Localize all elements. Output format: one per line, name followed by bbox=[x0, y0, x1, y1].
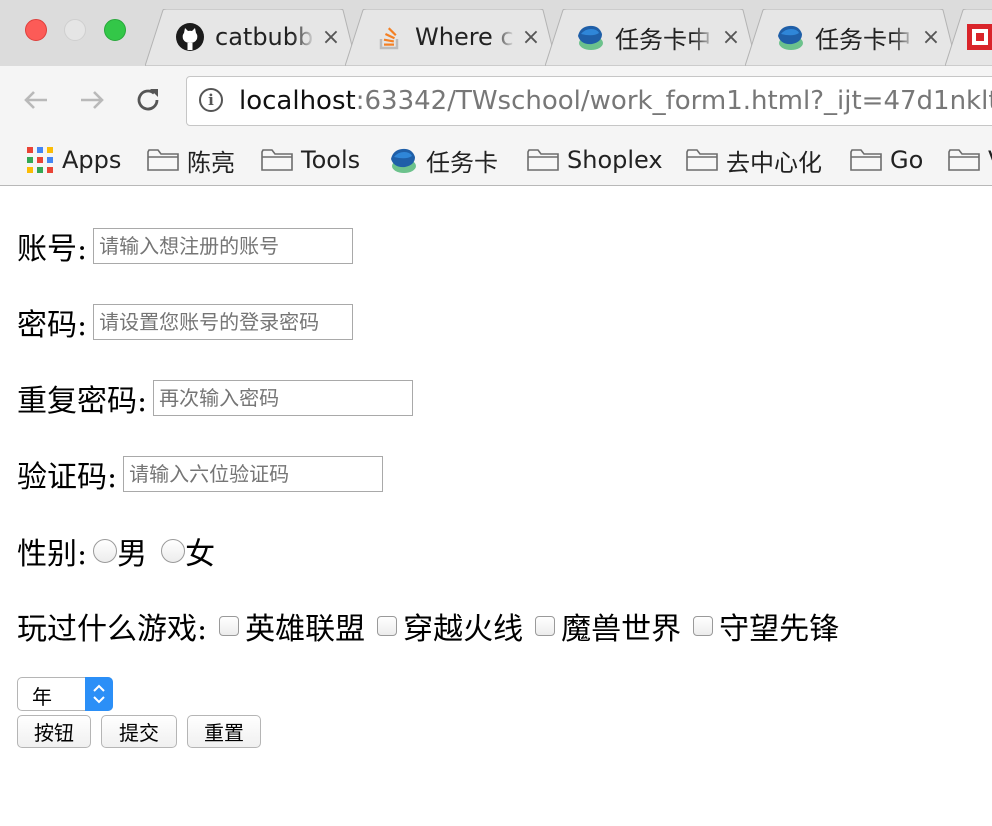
github-icon bbox=[175, 22, 205, 52]
tab-stackoverflow[interactable]: Where c × bbox=[345, 9, 557, 66]
captcha-label: 验证码: bbox=[17, 460, 118, 495]
folder-icon bbox=[261, 149, 293, 171]
taskcard-icon bbox=[775, 22, 805, 52]
forward-arrow-icon bbox=[81, 91, 104, 109]
tab-taskcard-1[interactable]: 任务卡中 × bbox=[545, 9, 757, 66]
reset-button[interactable]: 重置 bbox=[187, 715, 261, 748]
window-close-button[interactable] bbox=[25, 19, 47, 41]
bookmark-folder-chenliang[interactable]: 陈亮 bbox=[147, 144, 235, 177]
bookmark-taskcard[interactable]: 任务卡 bbox=[388, 144, 498, 177]
folder-icon bbox=[686, 149, 718, 171]
gender-option-label: 女 bbox=[185, 537, 216, 572]
forward-button[interactable] bbox=[74, 82, 110, 118]
folder-icon bbox=[527, 149, 559, 171]
gender-label: 性别: bbox=[17, 537, 88, 572]
bookmark-label: Tools bbox=[301, 146, 361, 174]
account-label: 账号: bbox=[17, 232, 88, 267]
folder-icon bbox=[147, 149, 179, 171]
game-checkbox-wow[interactable] bbox=[535, 616, 556, 636]
tab-close-icon[interactable]: × bbox=[321, 25, 341, 50]
password-label: 密码: bbox=[17, 308, 88, 343]
url-path: :63342/TWschool/work_form1.html?_ijt=47d… bbox=[355, 86, 992, 116]
bookmarks-bar: Apps 陈亮 Tools 任务卡 Shoplex 去中心化 Go bbox=[0, 136, 992, 186]
taskcard-icon bbox=[391, 148, 416, 173]
gender-radio-female[interactable] bbox=[161, 539, 186, 563]
bookmark-label: Go bbox=[890, 146, 924, 174]
plain-button[interactable]: 按钮 bbox=[17, 715, 91, 748]
gender-radio-male[interactable] bbox=[93, 539, 118, 563]
bookmark-label: Apps bbox=[62, 146, 122, 174]
tab-taskcard-2[interactable]: 任务卡中 × bbox=[745, 9, 957, 66]
back-arrow-icon bbox=[24, 91, 47, 109]
bookmark-folder-decentralized[interactable]: 去中心化 bbox=[686, 144, 822, 177]
address-bar[interactable]: i localhost:63342/TWschool/work_form1.ht… bbox=[186, 76, 992, 126]
select-stepper-icon bbox=[85, 677, 113, 711]
tab-strip: catbubb × Where c × 任务卡中 × 任务卡中 × bbox=[0, 0, 992, 66]
bookmark-label: 任务卡 bbox=[426, 148, 498, 177]
tab-github[interactable]: catbubb × bbox=[145, 9, 357, 66]
password-input[interactable] bbox=[93, 304, 354, 340]
reload-button[interactable] bbox=[130, 82, 166, 118]
game-checkbox-lol[interactable] bbox=[219, 616, 240, 636]
bookmark-folder-shoplex[interactable]: Shoplex bbox=[527, 144, 663, 176]
browser-toolbar: i localhost:63342/TWschool/work_form1.ht… bbox=[0, 66, 992, 136]
bookmark-folder-v[interactable]: V bbox=[948, 144, 992, 176]
captcha-input[interactable] bbox=[123, 456, 384, 492]
bookmark-label: V bbox=[988, 146, 992, 174]
taskcard-icon bbox=[575, 22, 605, 52]
year-select[interactable]: 年 bbox=[17, 677, 113, 711]
gender-row: 性别: 男 女 bbox=[17, 529, 215, 573]
tab-title: Where c bbox=[415, 23, 514, 51]
games-label: 玩过什么游戏: bbox=[17, 612, 208, 647]
tab-close-icon[interactable]: × bbox=[521, 25, 541, 50]
url-host: localhost bbox=[239, 86, 356, 116]
account-input[interactable] bbox=[93, 228, 354, 264]
game-option-label: 魔兽世界 bbox=[561, 612, 682, 647]
bookmark-folder-go[interactable]: Go bbox=[850, 144, 923, 176]
account-row: 账号: bbox=[17, 224, 354, 268]
game-checkbox-crossfire[interactable] bbox=[377, 616, 398, 636]
game-checkbox-overwatch[interactable] bbox=[693, 616, 714, 636]
window-minimize-button[interactable] bbox=[64, 19, 86, 41]
folder-icon bbox=[948, 149, 980, 171]
confirm-password-row: 重复密码: bbox=[17, 376, 414, 420]
tab-close-icon[interactable]: × bbox=[721, 25, 741, 50]
bookmark-label: 去中心化 bbox=[726, 148, 822, 177]
confirm-password-input[interactable] bbox=[153, 380, 414, 416]
url-text: localhost:63342/TWschool/work_form1.html… bbox=[239, 86, 992, 116]
bookmark-folder-tools[interactable]: Tools bbox=[261, 144, 360, 176]
info-icon[interactable]: i bbox=[199, 88, 223, 112]
submit-button[interactable]: 提交 bbox=[101, 715, 177, 748]
page-content: 账号: 密码: 重复密码: 验证码: 性别: 男 女 玩过什么游戏: 英雄联盟 … bbox=[0, 186, 992, 826]
window-zoom-button[interactable] bbox=[104, 19, 126, 41]
year-select-value: 年 bbox=[32, 685, 52, 709]
red-site-icon bbox=[965, 22, 992, 52]
reload-icon bbox=[137, 89, 159, 111]
bookmark-label: Shoplex bbox=[567, 146, 663, 174]
confirm-password-label: 重复密码: bbox=[17, 384, 148, 419]
tab-title: 任务卡中 bbox=[815, 25, 911, 54]
tab-title: 任务卡中 bbox=[615, 25, 711, 54]
folder-icon bbox=[850, 149, 882, 171]
gender-option-label: 男 bbox=[117, 537, 148, 572]
tab-close-icon[interactable]: × bbox=[921, 25, 941, 50]
stackoverflow-icon bbox=[375, 22, 405, 52]
back-button[interactable] bbox=[18, 82, 54, 118]
games-row: 玩过什么游戏: 英雄联盟 穿越火线 魔兽世界 守望先锋 bbox=[17, 604, 839, 648]
password-row: 密码: bbox=[17, 300, 354, 344]
captcha-row: 验证码: bbox=[17, 452, 384, 496]
tab-red-site[interactable] bbox=[945, 9, 992, 66]
game-option-label: 英雄联盟 bbox=[245, 612, 366, 647]
tab-title: catbubb bbox=[215, 23, 314, 51]
game-option-label: 守望先锋 bbox=[719, 612, 840, 647]
apps-grid-icon bbox=[27, 147, 53, 173]
bookmark-label: 陈亮 bbox=[187, 148, 235, 177]
game-option-label: 穿越火线 bbox=[403, 612, 524, 647]
bookmark-apps[interactable]: Apps bbox=[26, 144, 121, 176]
